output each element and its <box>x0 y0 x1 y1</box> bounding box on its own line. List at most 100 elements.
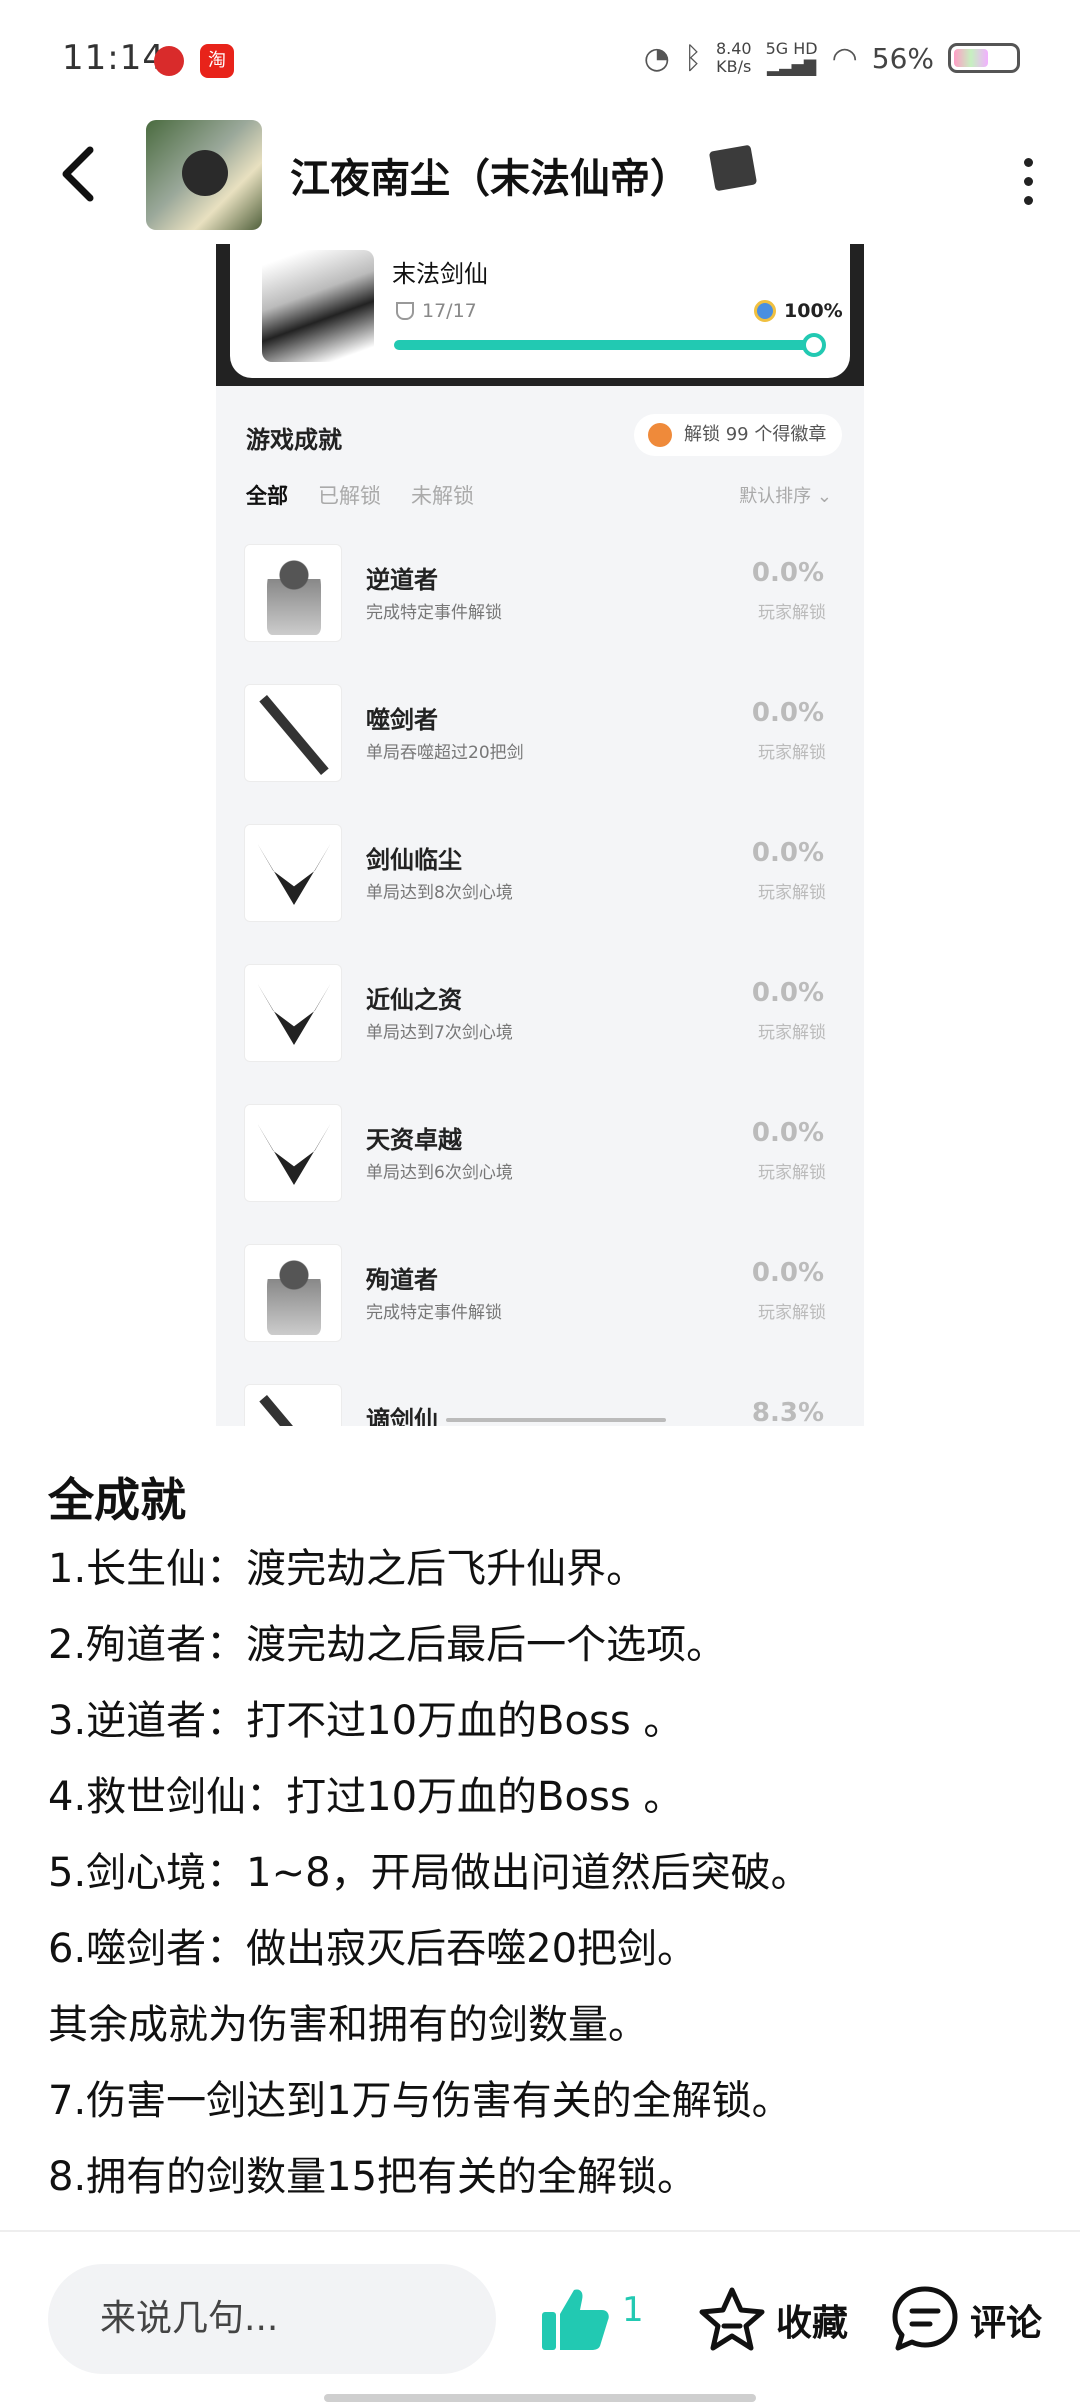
achievement-desc: 单局达到8次剑心境 <box>366 883 513 903</box>
taobao-app-icon: 淘 <box>200 44 234 78</box>
achievement-desc: 单局达到6次剑心境 <box>366 1163 513 1183</box>
network-speed: 8.40 KB/s <box>716 40 752 76</box>
trophy-icon <box>396 302 414 320</box>
achievement-desc: 完成特定事件解锁 <box>366 1303 502 1323</box>
sword-achievement-icon <box>244 1384 342 1426</box>
author-badge-icon <box>708 144 758 192</box>
like-count[interactable]: 1 <box>622 2290 644 2330</box>
trophy-progress: 17/17 <box>422 300 477 322</box>
more-options-icon[interactable] <box>1022 158 1034 205</box>
status-bar: 11:14 淘 ◔ ᛒ 8.40 KB/s 5G HD ▂▃▅▇ ◠ 56% <box>0 0 1080 120</box>
post-line: 其余成就为伤害和拥有的剑数量。 <box>48 2002 648 2048</box>
achievement-unlock-rate: 8.3% <box>751 1398 824 1426</box>
signal-indicator: 5G HD ▂▃▅▇ <box>766 40 818 76</box>
status-time: 11:14 <box>62 38 165 78</box>
post-line: 6.噬剑者：做出寂灭后吞噬20把剑。 <box>48 1926 698 1972</box>
achievement-unlock-rate: 0.0% <box>751 558 824 588</box>
bluetooth-icon: ᛒ <box>683 40 702 76</box>
achievement-name: 近仙之资 <box>366 986 462 1014</box>
battery-icon <box>948 43 1020 73</box>
achievement-unlock-rate: 0.0% <box>751 698 824 728</box>
achievement-name: 谪剑仙 <box>366 1406 438 1426</box>
thumbs-up-icon[interactable] <box>540 2286 610 2352</box>
sort-dropdown: 默认排序 ⌄ <box>739 486 832 507</box>
embedded-screenshot[interactable]: 末法剑仙 17/17 100% 游戏成就 解锁 99 个得徽章 全部 已解锁 未… <box>216 244 864 1426</box>
achievement-rate-label: 玩家解锁 <box>758 883 826 903</box>
favorite-button[interactable]: 收藏 <box>776 2294 848 2346</box>
scroll-indicator <box>446 1418 666 1422</box>
wings-achievement-icon <box>244 964 342 1062</box>
achievement-desc: 完成特定事件解锁 <box>366 603 502 623</box>
completion-bar-knob <box>802 333 826 357</box>
filter-tabs: 全部 已解锁 未解锁 <box>246 480 474 510</box>
unlock-badge-pill: 解锁 99 个得徽章 <box>634 414 843 456</box>
achievement-rate-label: 玩家解锁 <box>758 1303 826 1323</box>
game-name: 末法剑仙 <box>392 260 488 288</box>
filter-tab-all: 全部 <box>246 484 288 508</box>
wings-achievement-icon <box>244 1104 342 1202</box>
figure-achievement-icon <box>244 1244 342 1342</box>
back-arrow-icon[interactable] <box>56 144 100 204</box>
network-speed-value: 8.40 <box>715 39 752 58</box>
signal-bars-icon: ▂▃▅▇ <box>766 57 817 76</box>
network-speed-unit: KB/s <box>716 57 752 76</box>
post-line: 3.逆道者：打不过10万血的Boss 。 <box>48 1698 684 1744</box>
achievement-name: 噬剑者 <box>366 706 438 734</box>
medal-icon <box>754 300 776 322</box>
achievement-unlock-rate: 0.0% <box>751 978 824 1008</box>
achievement-rate-label: 玩家解锁 <box>758 1163 826 1183</box>
badge-coin-icon <box>648 423 672 447</box>
achievement-unlock-rate: 0.0% <box>751 1258 824 1288</box>
post-heading: 全成就 <box>48 1473 186 1527</box>
achievement-unlock-rate: 0.0% <box>751 1118 824 1148</box>
author-avatar[interactable] <box>146 120 262 230</box>
section-title: 游戏成就 <box>246 426 342 454</box>
achievement-rate-label: 玩家解锁 <box>758 1023 826 1043</box>
achievement-item[interactable]: 天资卓越单局达到6次剑心境 0.0% 玩家解锁 <box>216 1104 864 1224</box>
wings-achievement-icon <box>244 824 342 922</box>
bottom-divider <box>0 2230 1080 2232</box>
speedometer-icon: ◔ <box>643 40 670 76</box>
achievement-name: 剑仙临尘 <box>366 846 462 874</box>
completion-bar <box>394 333 826 357</box>
post-line: 2.殉道者：渡完劫之后最后一个选项。 <box>48 1622 727 1668</box>
post-line: 7.伤害一剑达到1万与伤害有关的全解锁。 <box>48 2078 792 2124</box>
unlock-badge-text: 解锁 99 个得徽章 <box>684 424 827 445</box>
achievement-unlock-rate: 0.0% <box>751 838 824 868</box>
achievement-item[interactable]: 殉道者完成特定事件解锁 0.0% 玩家解锁 <box>216 1244 864 1364</box>
figure-achievement-icon <box>244 544 342 642</box>
sword-achievement-icon <box>244 684 342 782</box>
game-card: 末法剑仙 17/17 100% <box>216 244 864 386</box>
post-line: 1.长生仙：渡完劫之后飞升仙界。 <box>48 1546 647 1592</box>
achievement-rate-label: 玩家解锁 <box>758 603 826 623</box>
achievement-name: 逆道者 <box>366 566 438 594</box>
achievement-rate-label: 玩家解锁 <box>758 743 826 763</box>
achievement-desc: 单局吞噬超过20把剑 <box>366 743 524 763</box>
notification-app-icon <box>154 46 184 76</box>
post-header: 江夜南尘（末法仙帝） <box>0 120 1080 230</box>
post-line: 8.拥有的剑数量15把有关的全解锁。 <box>48 2154 698 2200</box>
achievement-item[interactable]: 近仙之资单局达到7次剑心境 0.0% 玩家解锁 <box>216 964 864 1084</box>
comment-button[interactable]: 评论 <box>970 2294 1042 2346</box>
filter-tab-unlocked: 已解锁 <box>318 484 381 508</box>
post-body: 全成就 1.长生仙：渡完劫之后飞升仙界。 2.殉道者：渡完劫之后最后一个选项。 … <box>48 1470 1048 2228</box>
author-name[interactable]: 江夜南尘（末法仙帝） <box>290 146 690 204</box>
achievement-name: 殉道者 <box>366 1266 438 1294</box>
filter-tab-locked: 未解锁 <box>411 484 474 508</box>
achievement-name: 天资卓越 <box>366 1126 462 1154</box>
star-icon[interactable] <box>698 2286 766 2352</box>
status-right: ◔ ᛒ 8.40 KB/s 5G HD ▂▃▅▇ ◠ 56% <box>644 40 1020 76</box>
network-type: 5G HD <box>765 39 818 58</box>
completion-percent: 100% <box>784 300 843 322</box>
achievement-item[interactable]: 噬剑者单局吞噬超过20把剑 0.0% 玩家解锁 <box>216 684 864 804</box>
home-indicator <box>324 2394 756 2402</box>
wifi-icon: ◠ <box>831 40 858 76</box>
post-line: 5.剑心境：1~8，开局做出问道然后突破。 <box>48 1850 811 1896</box>
post-line: 4.救世剑仙：打过10万血的Boss 。 <box>48 1774 684 1820</box>
achievement-desc: 单局达到7次剑心境 <box>366 1023 513 1043</box>
achievement-item[interactable]: 剑仙临尘单局达到8次剑心境 0.0% 玩家解锁 <box>216 824 864 944</box>
achievement-item[interactable]: 逆道者完成特定事件解锁 0.0% 玩家解锁 <box>216 544 864 664</box>
comment-icon[interactable] <box>890 2284 960 2354</box>
game-thumbnail <box>262 250 374 362</box>
comment-input[interactable]: 来说几句... <box>48 2264 496 2374</box>
